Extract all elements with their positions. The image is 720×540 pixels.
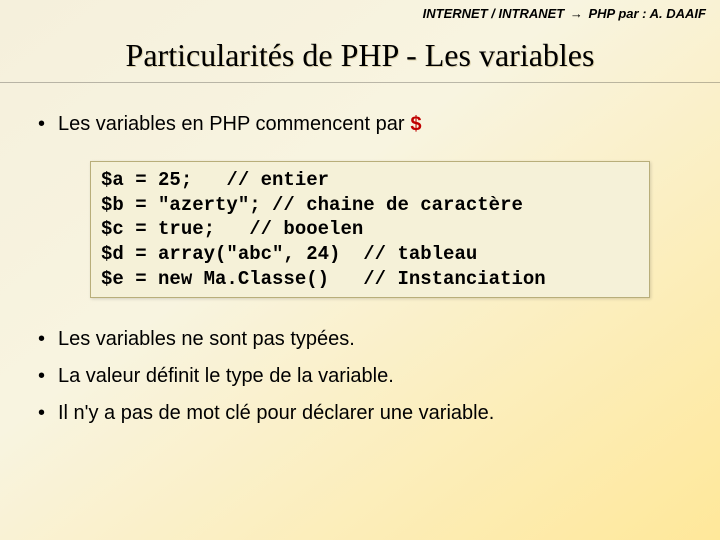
code-line: $a = 25; // entier bbox=[101, 169, 329, 191]
code-block: $a = 25; // entier $b = "azerty"; // cha… bbox=[90, 161, 650, 298]
arrow-right-icon: → bbox=[570, 6, 583, 21]
code-content: $a = 25; // entier $b = "azerty"; // cha… bbox=[101, 168, 639, 291]
bullet-item: Il n'y a pas de mot clé pour déclarer un… bbox=[36, 400, 690, 427]
code-line: $d = array("abc", 24) // tableau bbox=[101, 243, 477, 265]
header-author: A. DAAIF bbox=[650, 6, 706, 21]
bullet-item: La valeur définit le type de la variable… bbox=[36, 363, 690, 390]
title-divider bbox=[0, 82, 720, 83]
dollar-symbol: $ bbox=[410, 114, 422, 137]
slide-header: INTERNET / INTRANET → PHP par : A. DAAIF bbox=[0, 0, 720, 23]
bullet-intro-text: Les variables en PHP commencent par bbox=[58, 113, 410, 135]
code-line: $c = true; // booelen bbox=[101, 218, 363, 240]
slide-content: Les variables en PHP commencent par $ $a… bbox=[0, 111, 720, 427]
header-mid: PHP par : bbox=[588, 6, 646, 21]
code-line: $e = new Ma.Classe() // Instanciation bbox=[101, 268, 546, 290]
bullet-list-top: Les variables en PHP commencent par $ bbox=[36, 111, 690, 139]
bullet-list-bottom: Les variables ne sont pas typées. La val… bbox=[36, 326, 690, 427]
bullet-intro: Les variables en PHP commencent par $ bbox=[36, 111, 690, 139]
slide-title: Particularités de PHP - Les variables bbox=[0, 23, 720, 82]
bullet-item: Les variables ne sont pas typées. bbox=[36, 326, 690, 353]
code-line: $b = "azerty"; // chaine de caractère bbox=[101, 194, 523, 216]
header-left: INTERNET / INTRANET bbox=[423, 6, 565, 21]
